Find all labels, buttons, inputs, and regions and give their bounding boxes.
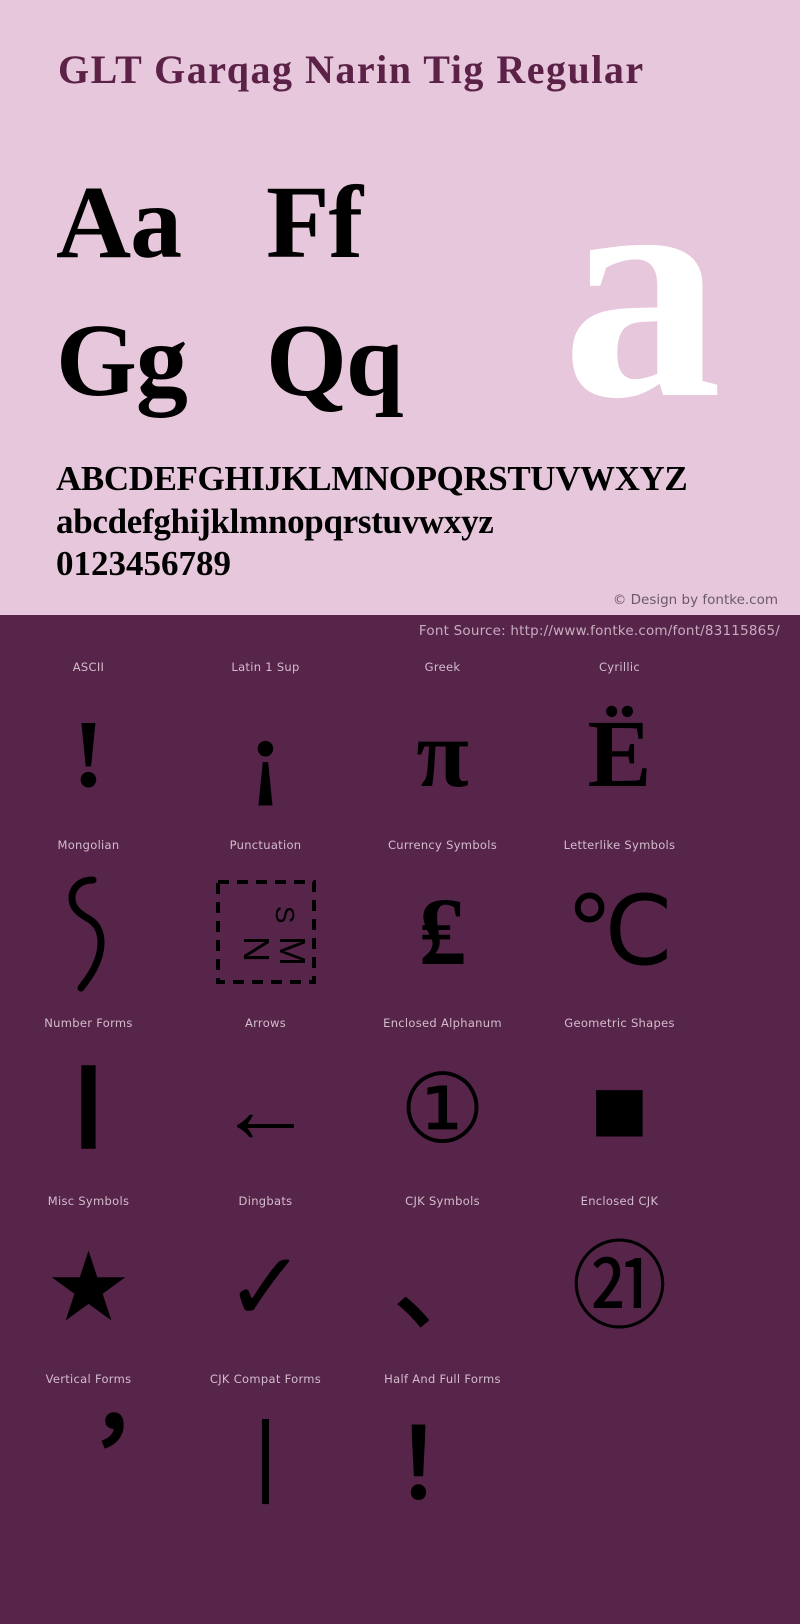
block-label: Enclosed Alphanum [383, 1016, 502, 1030]
block-label: Greek [424, 660, 461, 674]
block-glyph: ︱ [217, 1412, 314, 1519]
letter-pair-qq: Qq [266, 303, 404, 418]
block-glyph: ㉑ [571, 1234, 668, 1341]
block-glyph: ₤ [418, 878, 467, 985]
block-row: Mongolian Punctuation M N S Currency Sym… [0, 833, 800, 1011]
letter-pair-gg: Gg [56, 303, 188, 418]
letter-pair-aa: Aa [56, 165, 182, 280]
block-label: Half And Full Forms [384, 1372, 501, 1386]
block-glyph: ✓ [225, 1234, 306, 1341]
alphabet-uppercase: ABCDEFGHIJKLMNOPQRSTUVWXYZ [56, 459, 688, 498]
block-label: Enclosed CJK [580, 1194, 659, 1208]
block-cell-misc-symbols[interactable]: Misc Symbols ★ [0, 1189, 177, 1367]
block-label: Currency Symbols [387, 838, 498, 852]
block-glyph: ★ [45, 1234, 132, 1341]
block-glyph [59, 857, 119, 1007]
block-cell-mongolian[interactable]: Mongolian [0, 833, 177, 1011]
unicode-block-grid: ASCII ! Latin 1 Sup ¡ Greek π Cyrillic Ё… [0, 655, 800, 1545]
block-label: Misc Symbols [47, 1194, 130, 1208]
block-cell-currency-symbols[interactable]: Currency Symbols ₤ [354, 833, 531, 1011]
font-title: GLT Garqag Narin Tig Regular [58, 47, 645, 92]
block-cell-greek[interactable]: Greek π [354, 655, 531, 833]
block-glyph: ！ [394, 1412, 491, 1519]
block-cell-latin-1-sup[interactable]: Latin 1 Sup ¡ [177, 655, 354, 833]
block-glyph: ︐ [40, 1412, 137, 1519]
block-cell-cjk-compat-forms[interactable]: CJK Compat Forms ︱ [177, 1367, 354, 1545]
block-cell-geometric-shapes[interactable]: Geometric Shapes ■ [531, 1011, 708, 1189]
block-label: Letterlike Symbols [563, 838, 676, 852]
alphabet-lowercase: abcdefghijklmnopqrstuvwxyz [56, 501, 494, 541]
block-cell-half-and-full-forms[interactable]: Half And Full Forms ！ [354, 1367, 531, 1545]
block-row: Misc Symbols ★ Dingbats ✓ CJK Symbols 、 … [0, 1189, 800, 1367]
block-glyph: ¡ [249, 700, 282, 807]
block-label: CJK Compat Forms [209, 1372, 322, 1386]
alphabet-digits: 0123456789 [56, 544, 231, 584]
font-source-link[interactable]: Font Source: http://www.fontke.com/font/… [419, 623, 780, 639]
block-cell-vertical-forms[interactable]: Vertical Forms ︐ [0, 1367, 177, 1545]
block-cell-number-forms[interactable]: Number Forms Ⅰ [0, 1011, 177, 1189]
copyright-credit: © Design by fontke.com [612, 592, 778, 608]
block-row: Number Forms Ⅰ Arrows ← Enclosed Alphanu… [0, 1011, 800, 1189]
letter-pair-ff: Ff [266, 165, 363, 280]
alphabet-block: ABCDEFGHIJKLMNOPQRSTUVWXYZ abcdefghijklm… [56, 458, 688, 586]
block-cell-letterlike-symbols[interactable]: Letterlike Symbols ℃ [531, 833, 708, 1011]
block-cell-arrows[interactable]: Arrows ← [177, 1011, 354, 1189]
letter-pair-row: Aa Ff [56, 165, 476, 306]
display-glyph: a [562, 111, 722, 465]
block-glyph: 、 [394, 1234, 491, 1341]
block-glyph: ■ [590, 1056, 649, 1163]
block-glyph: ← [217, 1056, 314, 1163]
block-cell-ascii[interactable]: ASCII ! [0, 655, 177, 833]
block-label: Geometric Shapes [564, 1016, 675, 1030]
block-row: Vertical Forms ︐ CJK Compat Forms ︱ Half… [0, 1367, 800, 1545]
block-label: Punctuation [229, 838, 302, 852]
block-glyph: Ё [587, 700, 652, 807]
svg-text:M: M [272, 936, 313, 966]
block-glyph: ① [399, 1056, 486, 1163]
block-label: Number Forms [44, 1016, 133, 1030]
block-glyph: ℃ [565, 878, 674, 985]
unicode-blocks-panel: Font Source: http://www.fontke.com/font/… [0, 615, 800, 1624]
block-label: Cyrillic [598, 660, 641, 674]
block-cell-cjk-symbols[interactable]: CJK Symbols 、 [354, 1189, 531, 1367]
font-specimen-panel: GLT Garqag Narin Tig Regular Aa Ff Gg Qq… [0, 0, 800, 615]
block-glyph: M N S [214, 857, 318, 1007]
block-label: CJK Symbols [405, 1194, 480, 1208]
block-row: ASCII ! Latin 1 Sup ¡ Greek π Cyrillic Ё [0, 655, 800, 833]
block-cell-cyrillic[interactable]: Cyrillic Ё [531, 655, 708, 833]
block-cell-enclosed-cjk[interactable]: Enclosed CJK ㉑ [531, 1189, 708, 1367]
block-label: Vertical Forms [45, 1372, 132, 1386]
block-cell-enclosed-alphanum[interactable]: Enclosed Alphanum ① [354, 1011, 531, 1189]
block-glyph: Ⅰ [72, 1049, 105, 1171]
block-cell-dingbats[interactable]: Dingbats ✓ [177, 1189, 354, 1367]
svg-text:N: N [236, 936, 277, 962]
letter-pair-grid: Aa Ff Gg Qq [56, 165, 476, 444]
block-label: Mongolian [57, 838, 120, 852]
block-label: Arrows [244, 1016, 287, 1030]
block-label: Dingbats [238, 1194, 293, 1208]
block-cell-punctuation[interactable]: Punctuation M N S [177, 833, 354, 1011]
block-glyph: π [416, 700, 469, 807]
svg-text:S: S [270, 906, 300, 923]
letter-pair-row: Gg Qq [56, 303, 476, 444]
block-label: Latin 1 Sup [231, 660, 300, 674]
block-label: ASCII [72, 660, 105, 674]
block-glyph: ! [72, 700, 105, 807]
